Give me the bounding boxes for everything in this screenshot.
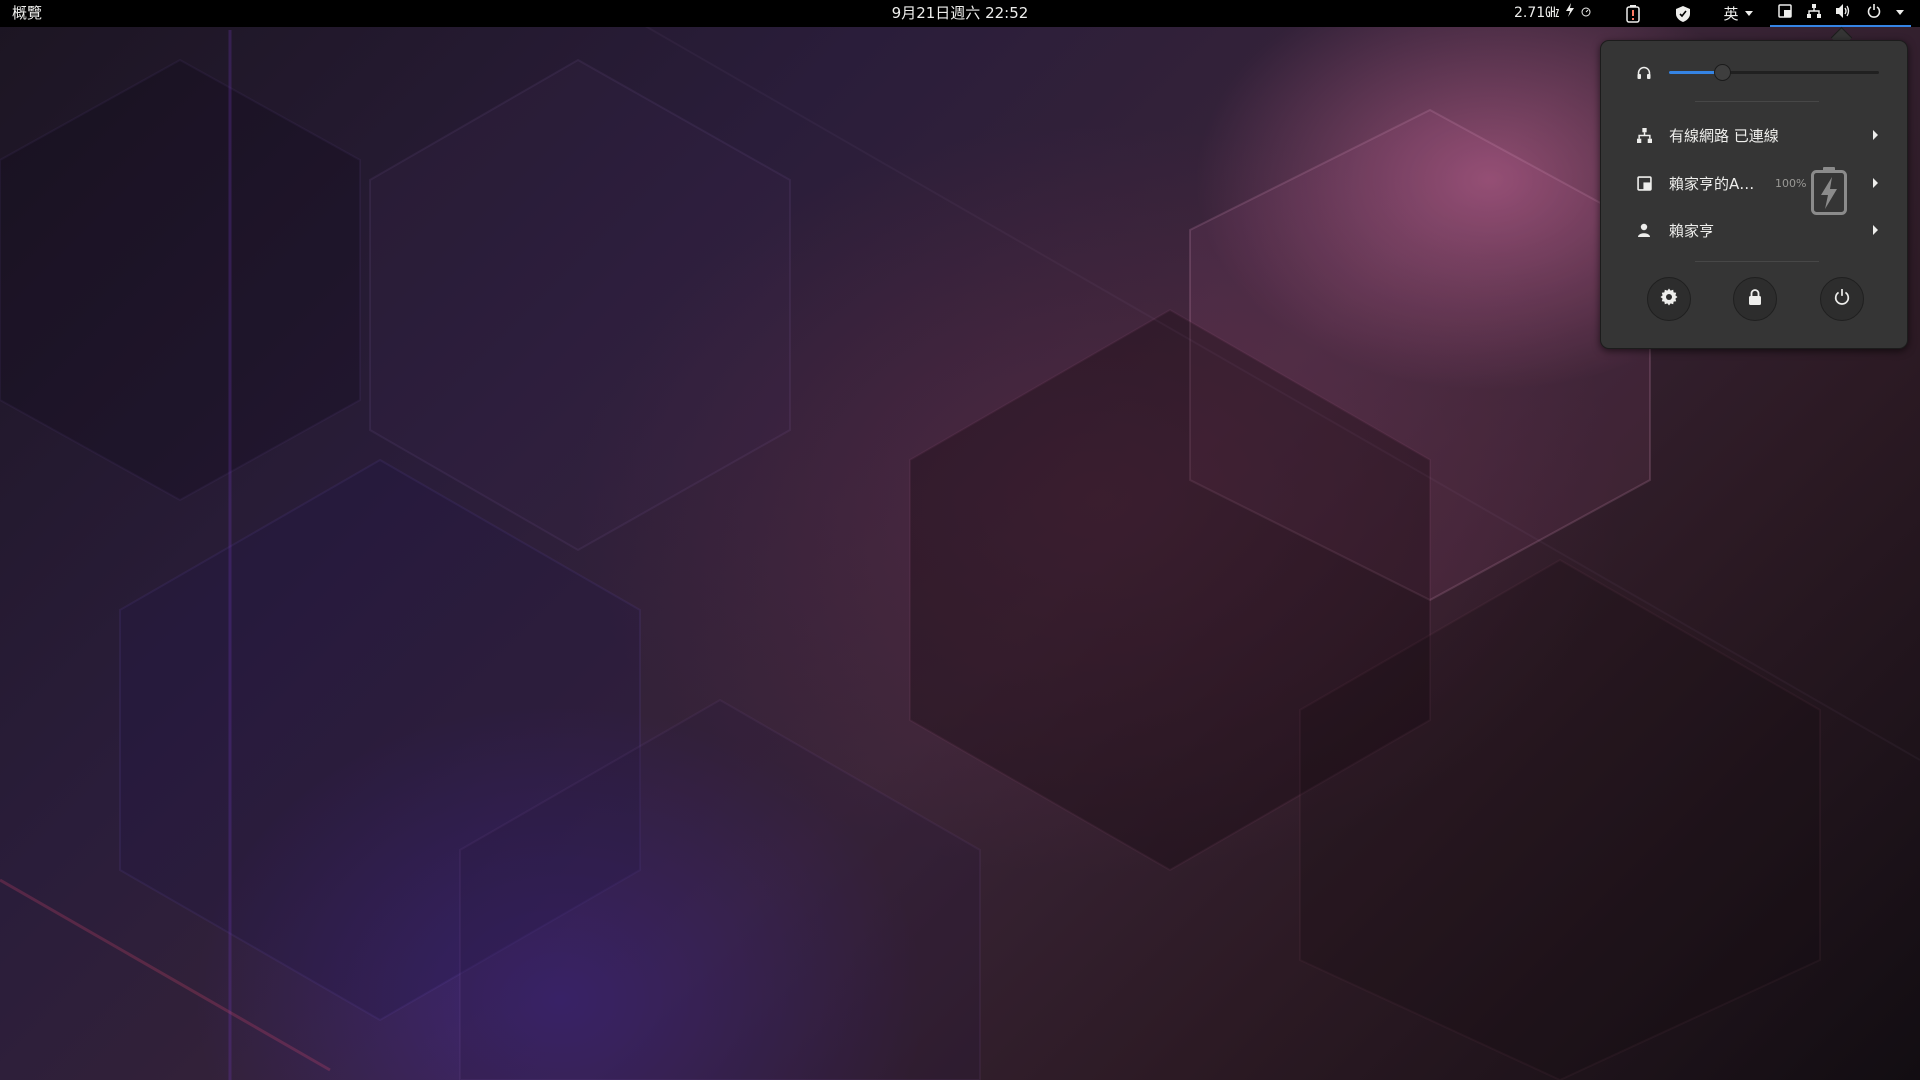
slider-handle[interactable] [1713, 64, 1731, 81]
device-battery-item[interactable]: 賴家亨的A… 100% [1601, 163, 1907, 215]
power-icon [1867, 3, 1881, 22]
network-wired-icon [1806, 3, 1821, 22]
network-wired-icon [1636, 127, 1652, 143]
power-off-button[interactable] [1820, 277, 1864, 321]
settings-button[interactable] [1647, 277, 1691, 321]
date-time-clock[interactable]: 9月21日週六 22:52 [892, 4, 1029, 22]
user-icon [1636, 222, 1652, 238]
cpu-freq-text: 2.71㎓ [1514, 5, 1560, 21]
top-bar: 概覽 9月21日週六 22:52 2.71㎓ 英 [0, 0, 1920, 27]
shield-icon[interactable] [1671, 0, 1695, 27]
lock-screen-button[interactable] [1733, 277, 1777, 321]
cpu-freq-indicator[interactable]: 2.71㎓ [1514, 0, 1591, 27]
separator [1695, 101, 1819, 102]
battery-alert-icon[interactable] [1621, 0, 1645, 27]
battery-percent: 100% [1775, 177, 1807, 190]
device-label: 賴家亨的A… [1669, 174, 1755, 193]
separator [1695, 261, 1819, 262]
user-item[interactable]: 賴家亨 [1601, 210, 1907, 250]
display-icon [1636, 175, 1652, 191]
volume-icon [1835, 3, 1852, 22]
system-menu: 有線網路 已連線 賴家亨的A… 100% 賴家亨 [1600, 40, 1908, 349]
gauge-icon [1581, 0, 1591, 27]
chevron-right-icon [1873, 178, 1878, 188]
chevron-right-icon [1873, 130, 1878, 140]
chevron-right-icon [1873, 225, 1878, 235]
settings-icon [1660, 288, 1678, 310]
lock-icon [1748, 289, 1762, 309]
user-name-label: 賴家亨 [1669, 221, 1715, 240]
headphones-icon [1636, 65, 1652, 81]
input-method-menu[interactable]: 英 [1718, 0, 1758, 27]
display-icon [1777, 3, 1792, 22]
volume-slider[interactable] [1669, 64, 1879, 81]
system-menu-button[interactable] [1770, 0, 1911, 27]
lightning-icon [1565, 0, 1575, 27]
activities-button[interactable]: 概覽 [12, 0, 42, 27]
power-icon [1834, 289, 1850, 309]
wired-network-item[interactable]: 有線網路 已連線 [1601, 115, 1907, 155]
wired-network-label: 有線網路 已連線 [1669, 126, 1779, 145]
chevron-down-icon [1744, 11, 1753, 16]
input-method-label: 英 [1723, 5, 1739, 23]
chevron-down-icon [1895, 10, 1904, 15]
